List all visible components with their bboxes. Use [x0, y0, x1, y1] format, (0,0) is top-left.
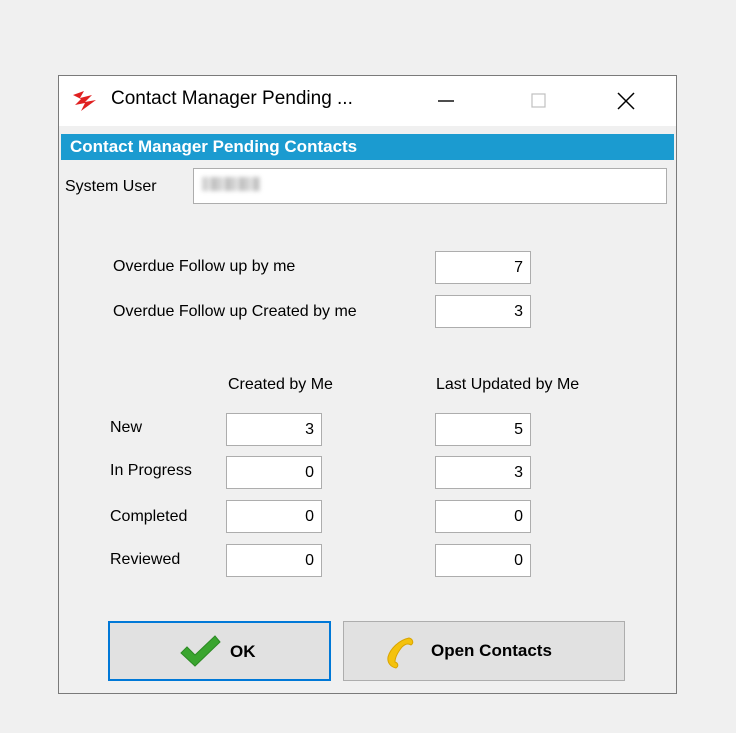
checkmark-icon [178, 633, 222, 674]
overdue-created-field[interactable]: 3 [435, 295, 531, 328]
redacted-user-name [202, 177, 260, 191]
reviewed-created-field[interactable]: 0 [226, 544, 322, 577]
close-icon[interactable] [603, 76, 649, 126]
open-contacts-button[interactable]: Open Contacts [343, 621, 625, 681]
completed-created-field[interactable]: 0 [226, 500, 322, 533]
section-header: Contact Manager Pending Contacts [61, 134, 674, 160]
in-progress-updated-field[interactable]: 3 [435, 456, 531, 489]
row-label-reviewed: Reviewed [110, 551, 181, 568]
phone-icon [381, 635, 417, 674]
window-title: Contact Manager Pending ... [111, 88, 353, 109]
ok-button-label: OK [230, 642, 256, 661]
minimize-icon[interactable] [423, 76, 469, 126]
row-label-completed: Completed [110, 508, 188, 525]
system-user-label: System User [65, 178, 157, 195]
column-header-updated: Last Updated by Me [436, 376, 580, 393]
row-label-new: New [110, 419, 143, 436]
title-bar[interactable]: Contact Manager Pending ... [59, 76, 676, 126]
maximize-icon[interactable] [515, 76, 561, 126]
completed-updated-field[interactable]: 0 [435, 500, 531, 533]
reviewed-updated-field[interactable]: 0 [435, 544, 531, 577]
column-header-created: Created by Me [228, 376, 333, 393]
overdue-follow-up-label: Overdue Follow up by me [113, 258, 296, 275]
new-created-field[interactable]: 3 [226, 413, 322, 446]
in-progress-created-field[interactable]: 0 [226, 456, 322, 489]
row-label-in-progress: In Progress [110, 462, 192, 479]
overdue-follow-up-field[interactable]: 7 [435, 251, 531, 284]
overdue-created-label: Overdue Follow up Created by me [113, 303, 357, 320]
new-updated-field[interactable]: 5 [435, 413, 531, 446]
system-user-field[interactable] [193, 168, 667, 204]
ok-button[interactable]: OK [108, 621, 331, 681]
app-logo-icon [72, 89, 98, 113]
contact-manager-window: Contact Manager Pending ... Contact Mana… [58, 75, 677, 694]
open-contacts-button-label: Open Contacts [431, 641, 552, 660]
